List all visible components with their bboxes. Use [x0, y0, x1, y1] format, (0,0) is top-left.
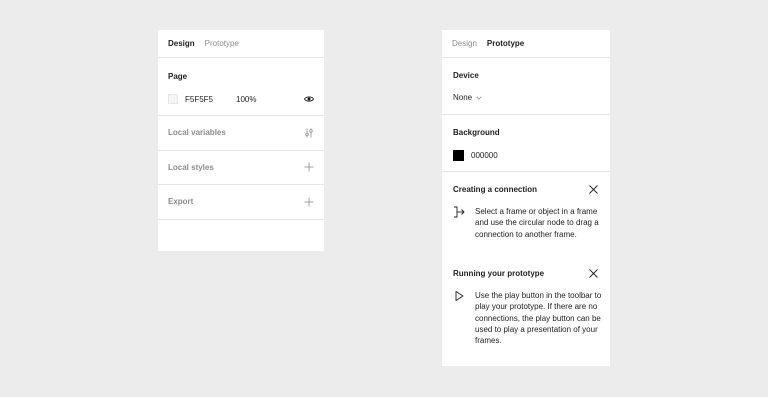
help-title: Running your prototype: [453, 269, 545, 278]
plus-icon[interactable]: [304, 162, 314, 172]
help-text: Use the play button in the toolbar to pl…: [475, 291, 602, 346]
page-color-swatch[interactable]: [168, 94, 178, 104]
help-title: Creating a connection: [453, 185, 538, 194]
play-icon: [455, 291, 464, 301]
design-panel: Design Prototype Page F5F5F5 100% Local …: [158, 30, 324, 251]
background-color-swatch[interactable]: [453, 150, 464, 161]
page-section: Page F5F5F5 100%: [158, 58, 324, 116]
page-opacity[interactable]: 100%: [236, 95, 256, 104]
close-icon[interactable]: [589, 269, 598, 278]
panel-tabs: Design Prototype: [442, 30, 610, 58]
background-section: Background 000000: [442, 115, 610, 172]
page-section-title: Page: [168, 72, 188, 81]
prototype-panel: Design Prototype Device None Background …: [442, 30, 610, 366]
help-text: Select a frame or object in a frame and …: [475, 207, 599, 239]
background-color-hex[interactable]: 000000: [471, 151, 498, 160]
page-color-hex[interactable]: F5F5F5: [185, 95, 213, 104]
device-dropdown[interactable]: None: [453, 93, 482, 102]
panel-tabs: Design Prototype: [158, 30, 324, 58]
page-fill-row: F5F5F5 100%: [168, 93, 314, 105]
device-value: None: [453, 93, 473, 102]
help-running-prototype: Running your prototype Use the play butt…: [442, 256, 610, 366]
background-section-title: Background: [453, 128, 500, 137]
connection-icon: [454, 206, 465, 218]
sliders-icon[interactable]: [304, 128, 314, 138]
local-variables-section[interactable]: Local variables: [158, 116, 324, 151]
close-icon[interactable]: [589, 185, 598, 194]
local-styles-section[interactable]: Local styles: [158, 151, 324, 185]
export-section[interactable]: Export: [158, 185, 324, 220]
tab-design[interactable]: Design: [168, 39, 195, 48]
export-label: Export: [168, 197, 194, 207]
device-section-title: Device: [453, 71, 479, 80]
tab-prototype[interactable]: Prototype: [205, 39, 239, 48]
background-fill-row: 000000: [453, 150, 498, 161]
device-section: Device None: [442, 58, 610, 115]
eye-icon[interactable]: [304, 94, 314, 104]
local-styles-label: Local styles: [168, 162, 214, 172]
tab-prototype[interactable]: Prototype: [487, 39, 524, 48]
plus-icon[interactable]: [304, 197, 314, 207]
tab-design[interactable]: Design: [452, 39, 477, 48]
local-variables-label: Local variables: [168, 128, 226, 138]
chevron-down-icon: [476, 96, 482, 100]
help-creating-connection: Creating a connection Select a frame or …: [442, 172, 610, 256]
